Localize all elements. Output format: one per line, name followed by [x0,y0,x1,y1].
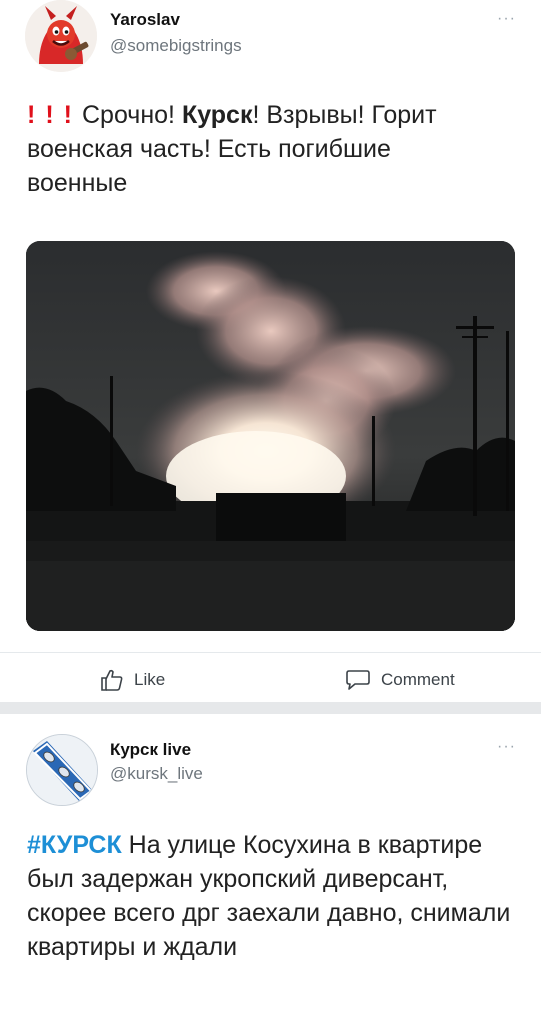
tweet-text: #КУРСК На улице Косухина в квартире был … [27,828,515,964]
tweet-card: Курск live @kursk_live ··· #КУРСК На ули… [0,712,541,1024]
text-part: Срочно! [81,101,182,129]
like-label: Like [134,670,166,689]
user-avatar[interactable] [26,734,98,806]
comment-button[interactable]: Comment [345,669,455,691]
exclamation-mark: ! [27,101,36,129]
tweet-card: Yaroslav @somebigstrings ··· !!! Срочно! … [0,0,541,700]
exclamation-mark: ! [45,101,54,129]
exclamation-mark: ! [63,101,72,129]
speech-bubble-icon [346,670,370,690]
more-options-icon[interactable]: ··· [497,10,516,28]
tweet-text: !!! Срочно! Курск! Взрывы! Горит военская… [27,98,497,200]
devil-avatar-icon [25,0,97,72]
author-name[interactable]: Yaroslav [110,10,180,30]
text-bold-city: Курск [181,101,253,129]
coat-of-arms-icon [27,735,97,805]
author-name[interactable]: Курск live [110,740,191,760]
explosion-photo [26,241,515,631]
like-button[interactable]: Like [100,669,165,691]
tweet-actions: Like Comment [0,652,541,704]
more-options-icon[interactable]: ··· [497,738,516,756]
hashtag-link[interactable]: #КУРСК [27,831,122,859]
tweet-photo[interactable] [26,241,515,631]
comment-label: Comment [381,670,455,689]
author-handle[interactable]: @somebigstrings [110,36,242,56]
user-avatar[interactable] [25,0,97,72]
thumbs-up-icon [101,669,123,691]
author-handle[interactable]: @kursk_live [110,764,203,784]
